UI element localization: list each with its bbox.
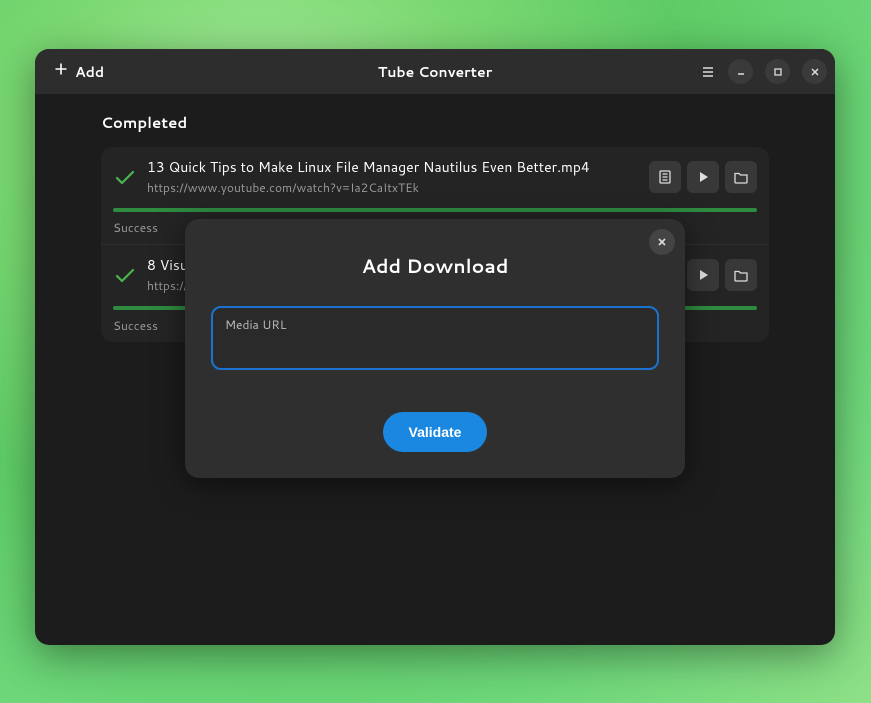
- media-url-field[interactable]: Media URL: [211, 306, 659, 370]
- maximize-button[interactable]: [765, 59, 790, 84]
- media-url-input[interactable]: [225, 339, 645, 355]
- titlebar: Add Tube Converter: [35, 49, 835, 94]
- plus-icon: [53, 60, 69, 83]
- download-actions: [687, 259, 757, 291]
- open-folder-button[interactable]: [725, 161, 757, 193]
- log-button[interactable]: [649, 161, 681, 193]
- check-icon: [113, 263, 137, 287]
- media-url-label: Media URL: [225, 316, 645, 333]
- dialog-close-button[interactable]: [649, 229, 675, 255]
- window-controls: [700, 59, 827, 84]
- hamburger-menu-button[interactable]: [700, 64, 716, 80]
- download-actions: [649, 161, 757, 193]
- open-folder-button[interactable]: [725, 259, 757, 291]
- minimize-button[interactable]: [728, 59, 753, 84]
- add-download-dialog: Add Download Media URL Validate: [185, 219, 685, 478]
- dialog-title: Add Download: [211, 253, 659, 280]
- add-button[interactable]: Add: [43, 55, 114, 88]
- download-meta: 13 Quick Tips to Make Linux File Manager…: [147, 157, 639, 196]
- app-window: Add Tube Converter Completed: [35, 49, 835, 645]
- progress-bar: [113, 208, 757, 212]
- section-completed-header: Completed: [101, 112, 769, 133]
- close-button[interactable]: [802, 59, 827, 84]
- play-button[interactable]: [687, 161, 719, 193]
- check-icon: [113, 165, 137, 189]
- add-label: Add: [75, 62, 104, 82]
- download-title: 13 Quick Tips to Make Linux File Manager…: [147, 157, 639, 177]
- download-url: https://www.youtube.com/watch?v=Ia2CaItx…: [147, 179, 639, 196]
- window-title: Tube Converter: [378, 62, 492, 82]
- download-item-row: 13 Quick Tips to Make Linux File Manager…: [113, 157, 757, 196]
- validate-button[interactable]: Validate: [383, 412, 488, 452]
- play-button[interactable]: [687, 259, 719, 291]
